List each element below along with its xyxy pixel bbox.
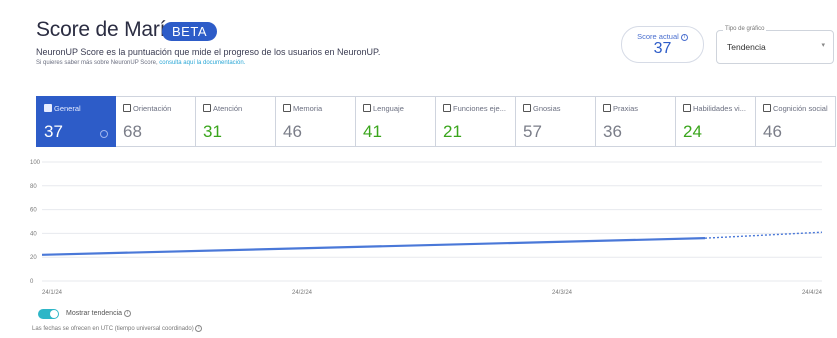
checkbox-icon[interactable] — [603, 104, 611, 112]
subtitle: NeuronUP Score es la puntuación que mide… — [36, 47, 381, 57]
tab-6[interactable]: Gnosias 57 — [516, 96, 596, 147]
tab-label: Habilidades vi... — [683, 104, 753, 113]
info-icon[interactable]: i — [195, 325, 203, 332]
info-icon[interactable]: i — [123, 310, 131, 317]
beta-badge: BETA — [162, 22, 217, 41]
tab-7[interactable]: Praxias 36 — [596, 96, 676, 147]
tab-1[interactable]: Orientación 68 — [116, 96, 196, 147]
current-score-value: 37 — [653, 40, 672, 57]
tab-score: 46 — [283, 122, 302, 141]
tab-4[interactable]: Lenguaje 41 — [356, 96, 436, 147]
checkbox-icon[interactable] — [283, 104, 291, 112]
checkbox-icon[interactable] — [123, 104, 131, 112]
chart-type-legend: Tipo de gráfico — [723, 26, 767, 32]
tab-score: 41 — [363, 122, 382, 141]
checkbox-icon[interactable] — [443, 104, 451, 112]
checkbox-icon[interactable] — [203, 104, 211, 112]
tab-label: Lenguaje — [363, 104, 433, 113]
tab-score: 37 — [44, 122, 63, 141]
checkbox-icon[interactable] — [44, 104, 52, 112]
page-title: Score de María — [36, 18, 177, 41]
tab-label: Memoria — [283, 104, 353, 113]
category-tabs: General 37 Orientación 68 Atención 31 Memoria 4… — [36, 96, 836, 147]
utc-note: Las fechas se ofrecen en UTC (tiempo uni… — [32, 325, 203, 332]
toggle-knob — [50, 310, 58, 318]
info-icon[interactable]: i — [680, 34, 688, 41]
tab-score: 24 — [683, 122, 702, 141]
y-tick-label: 100 — [30, 160, 41, 166]
tab-0[interactable]: General 37 — [36, 96, 116, 147]
score-card: Score de María BETA NeuronUP Score es la… — [0, 0, 837, 338]
trend-toggle-label: Mostrar tendencia i — [66, 310, 131, 317]
tab-label: Cognición social — [763, 104, 833, 113]
chart-type-value: Tendencia — [727, 42, 766, 52]
info-icon[interactable] — [100, 130, 108, 138]
y-tick-label: 20 — [30, 255, 37, 261]
x-tick-label: 24/1/24 — [42, 290, 63, 296]
tab-label: Gnosias — [523, 104, 593, 113]
checkbox-icon[interactable] — [523, 104, 531, 112]
tab-score: 57 — [523, 122, 542, 141]
x-tick-label: 24/2/24 — [292, 290, 313, 296]
y-tick-label: 60 — [30, 208, 37, 214]
checkbox-icon[interactable] — [763, 104, 771, 112]
y-tick-label: 40 — [30, 231, 37, 237]
tab-score: 36 — [603, 122, 622, 141]
doc-prefix: Si quieres saber más sobre NeuronUP Scor… — [36, 60, 158, 66]
current-score-box: Score actual i 37 — [621, 26, 704, 63]
documentation-link[interactable]: consulta aquí la documentación. — [159, 60, 245, 66]
tab-2[interactable]: Atención 31 — [196, 96, 276, 147]
chart-type-select[interactable]: Tipo de gráfico Tendencia ▾ — [716, 26, 834, 64]
checkbox-icon[interactable] — [683, 104, 691, 112]
tab-label: Orientación — [123, 104, 193, 113]
y-tick-label: 0 — [30, 279, 34, 285]
tab-label: Funciones eje... — [443, 104, 513, 113]
tab-label: General — [44, 104, 114, 113]
tab-score: 21 — [443, 122, 462, 141]
x-tick-label: 24/4/24 — [802, 290, 823, 296]
tab-score: 68 — [123, 122, 142, 141]
checkbox-icon[interactable] — [363, 104, 371, 112]
tab-9[interactable]: Cognición social 46 — [756, 96, 836, 147]
tab-score: 46 — [763, 122, 782, 141]
tab-3[interactable]: Memoria 46 — [276, 96, 356, 147]
trend-toggle[interactable] — [38, 309, 59, 319]
tab-label: Atención — [203, 104, 273, 113]
x-tick-label: 24/3/24 — [552, 290, 573, 296]
tab-label: Praxias — [603, 104, 673, 113]
y-tick-label: 80 — [30, 184, 37, 190]
score-trend-chart: 0 20 40 60 80 100 24/1/24 24/2/24 24/3/24 24/4/24 — [30, 160, 823, 296]
tab-5[interactable]: Funciones eje... 21 — [436, 96, 516, 147]
doc-note: Si quieres saber más sobre NeuronUP Scor… — [36, 60, 245, 66]
tab-score: 31 — [203, 122, 222, 141]
score-line — [41, 237, 706, 256]
chevron-down-icon: ▾ — [821, 42, 825, 49]
tab-8[interactable]: Habilidades vi... 24 — [676, 96, 756, 147]
